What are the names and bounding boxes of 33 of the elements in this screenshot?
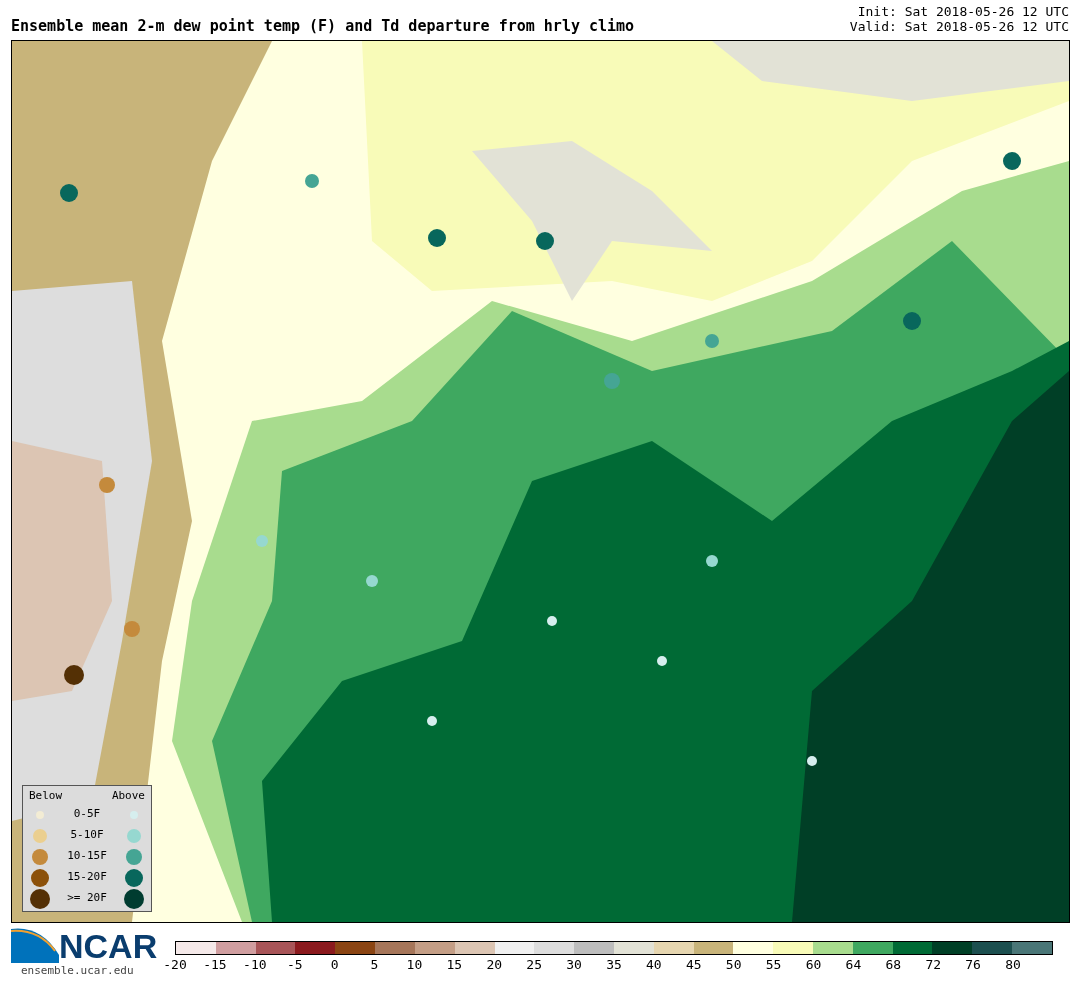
scale-tick-label: 50 (725, 956, 742, 974)
scale-tick-label: -15 (203, 956, 227, 974)
scale-tick-label: 35 (606, 956, 622, 974)
legend-label: >= 20F (67, 890, 107, 907)
scale-tick-label: 68 (885, 956, 902, 974)
scale-tick-label: 60 (805, 956, 822, 974)
legend-label: 15-20F (67, 869, 107, 886)
scale-tick-label: 72 (925, 956, 942, 974)
scale-tick-label: -10 (243, 956, 267, 974)
valid-time: Valid: Sat 2018-05-26 12 UTC (849, 19, 1069, 34)
map-title: Ensemble mean 2-m dew point temp (F) and Td departure from hrly climo (11, 19, 635, 34)
scale-tick-label: 64 (845, 956, 862, 974)
scale-tick-label: 15 (446, 956, 463, 974)
ncar-logo-text: NCAR (59, 929, 158, 963)
scale-tick-label: 10 (406, 956, 423, 974)
scale-tick-label: 40 (646, 956, 662, 974)
scale-tick-label: 80 (1005, 956, 1021, 974)
scale-tick-label: 20 (486, 956, 503, 974)
init-time: Init: Sat 2018-05-26 12 UTC (857, 4, 1069, 19)
scale-tick-label: 30 (566, 956, 582, 974)
scale-tick-label: 0 (330, 956, 339, 974)
legend-heading: Above (111, 787, 145, 804)
scale-tick-label: 76 (965, 956, 981, 974)
scale-tick-label: -20 (163, 956, 187, 974)
legend-label: 10-15F (67, 848, 107, 865)
scale-tick-label: 55 (765, 956, 782, 974)
legend-heading: Below (29, 787, 63, 804)
scale-tick-label: 5 (370, 956, 379, 974)
scale-tick-label: -5 (286, 956, 303, 974)
legend-label: 5-10F (70, 827, 104, 844)
scale-tick-label: 45 (685, 956, 702, 974)
scale-tick-label: 25 (526, 956, 542, 974)
legend-label: 0-5F (73, 806, 101, 823)
